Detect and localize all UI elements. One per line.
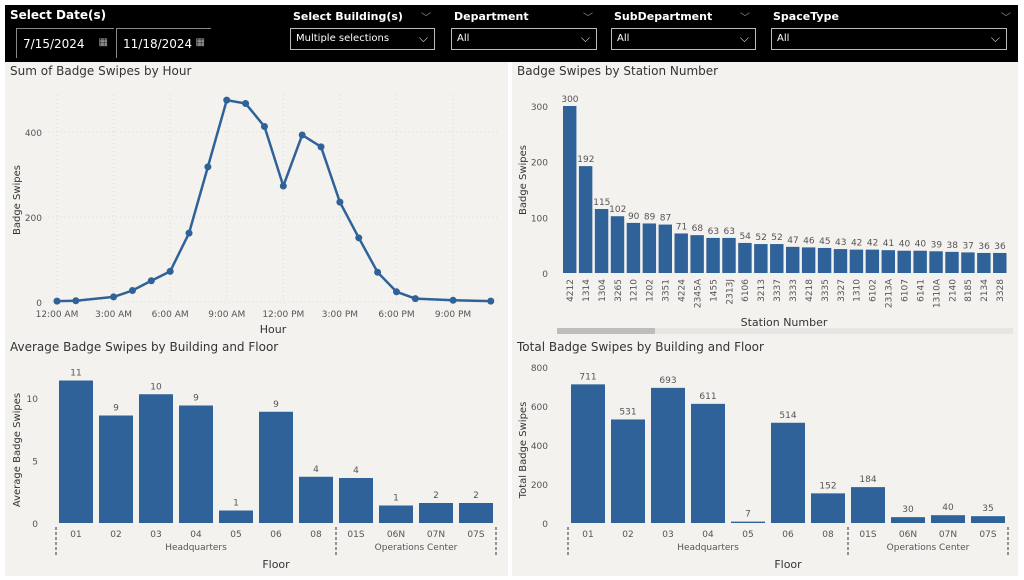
chevron-down-icon: ⌵ [580,31,590,45]
spacetype-filter-label: SpaceType [773,10,839,23]
start-date-input[interactable]: 7/15/2024 ▦ [16,28,114,58]
horizontal-scrollbar[interactable] [557,328,1013,334]
end-date-input[interactable]: 11/18/2024 ▦ [116,28,211,58]
department-dropdown[interactable]: All ⌵ [451,28,597,50]
chevron-down-icon[interactable]: ﹀ [1001,9,1011,24]
spacetype-value: All [777,33,790,44]
scrollbar-thumb[interactable] [557,328,655,334]
chart-title: Total Badge Swipes by Building and Floor [517,340,764,354]
calendar-icon[interactable]: ▦ [196,37,205,48]
chevron-down-icon[interactable]: ﹀ [583,9,593,24]
subdepartment-dropdown[interactable]: All ⌵ [611,28,756,50]
chevron-down-icon: ⌵ [739,31,749,45]
chevron-down-icon[interactable]: ﹀ [740,9,750,24]
subdepartment-filter-label: SubDepartment [614,10,713,23]
chevron-down-icon[interactable]: ﹀ [421,9,431,24]
station-bar-chart-panel: Badge Swipes by Station Number [512,62,1018,338]
department-filter-label: Department [454,10,529,23]
chevron-down-icon: ⌵ [418,31,428,45]
building-value: Multiple selections [296,33,390,44]
department-value: All [457,33,470,44]
chart-title: Badge Swipes by Station Number [517,64,719,78]
subdepartment-value: All [617,33,630,44]
building-filter-label: Select Building(s) [293,10,403,23]
start-date-value: 7/15/2024 [23,37,85,51]
avg-floor-bar-chart-panel: Average Badge Swipes by Building and Flo… [5,338,508,576]
chevron-down-icon: ⌵ [990,31,1000,45]
building-dropdown[interactable]: Multiple selections ⌵ [290,28,435,50]
chart-title: Average Badge Swipes by Building and Flo… [10,340,279,354]
total-floor-bar-chart-panel: Total Badge Swipes by Building and Floor [512,338,1018,576]
chart-title: Sum of Badge Swipes by Hour [10,64,192,78]
hourly-line-chart-panel: Sum of Badge Swipes by Hour [5,62,508,338]
spacetype-dropdown[interactable]: All ⌵ [771,28,1007,50]
calendar-icon[interactable]: ▦ [99,37,108,48]
date-filter-label: Select Date(s) [10,8,107,22]
end-date-value: 11/18/2024 [123,37,193,51]
filter-bar: Select Date(s) 7/15/2024 ▦ 11/18/2024 ▦ Se… [5,5,1018,62]
